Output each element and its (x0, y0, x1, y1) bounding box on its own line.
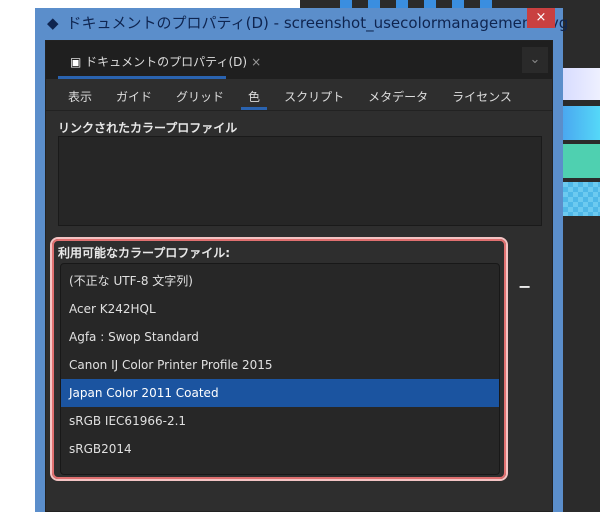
list-item[interactable]: Canon IJ Color Printer Profile 2015 (61, 351, 499, 379)
list-item[interactable]: (不正な UTF-8 文字列) (61, 267, 499, 295)
swatch[interactable] (563, 182, 600, 216)
tab-scripting[interactable]: スクリプト (272, 79, 356, 110)
tab-color[interactable]: 色 (236, 79, 272, 110)
available-profiles-list[interactable]: (不正な UTF-8 文字列) Acer K242HQL Agfa : Swop… (60, 263, 500, 475)
close-button[interactable]: × (527, 8, 555, 28)
document-icon: ▣ (70, 55, 82, 69)
tab-display[interactable]: 表示 (56, 79, 104, 110)
list-item[interactable]: Acer K242HQL (61, 295, 499, 323)
list-item[interactable]: Agfa : Swop Standard (61, 323, 499, 351)
list-item[interactable]: sRGB2014 (61, 435, 499, 463)
toolbar-icons (340, 0, 570, 8)
swatch[interactable] (563, 68, 600, 100)
document-properties-window: ◆ ドキュメントのプロパティ(D) - screenshot_usecolorma… (35, 8, 568, 512)
inkscape-icon: ◆ (47, 13, 59, 32)
available-profiles-label: 利用可能なカラープロファイル: (58, 246, 231, 260)
tab-close-icon[interactable]: × (251, 55, 261, 69)
list-item[interactable]: sRGB IEC61966-2.1 (61, 407, 499, 435)
dock-tab-document-properties[interactable]: ▣ ドキュメントのプロパティ(D) × (58, 41, 261, 79)
chevron-down-icon[interactable]: ⌄ (522, 47, 548, 73)
linked-profiles-list[interactable] (58, 136, 542, 226)
remove-profile-button[interactable]: − (518, 277, 531, 296)
available-profiles-group: 利用可能なカラープロファイル: (不正な UTF-8 文字列) Acer K24… (52, 239, 506, 479)
swatch[interactable] (563, 106, 600, 140)
notebook-tabs: 表示 ガイド グリッド 色 スクリプト メタデータ ライセンス (46, 79, 552, 111)
list-item-selected[interactable]: Japan Color 2011 Coated (61, 379, 499, 407)
tab-guides[interactable]: ガイド (104, 79, 164, 110)
window-title: ◆ ドキュメントのプロパティ(D) - screenshot_usecolorma… (47, 13, 569, 33)
swatch[interactable] (563, 144, 600, 178)
tab-metadata[interactable]: メタデータ (356, 79, 440, 110)
tab-license[interactable]: ライセンス (440, 79, 524, 110)
linked-profiles-label: リンクされたカラープロファイル (58, 121, 238, 135)
tab-grids[interactable]: グリッド (164, 79, 236, 110)
